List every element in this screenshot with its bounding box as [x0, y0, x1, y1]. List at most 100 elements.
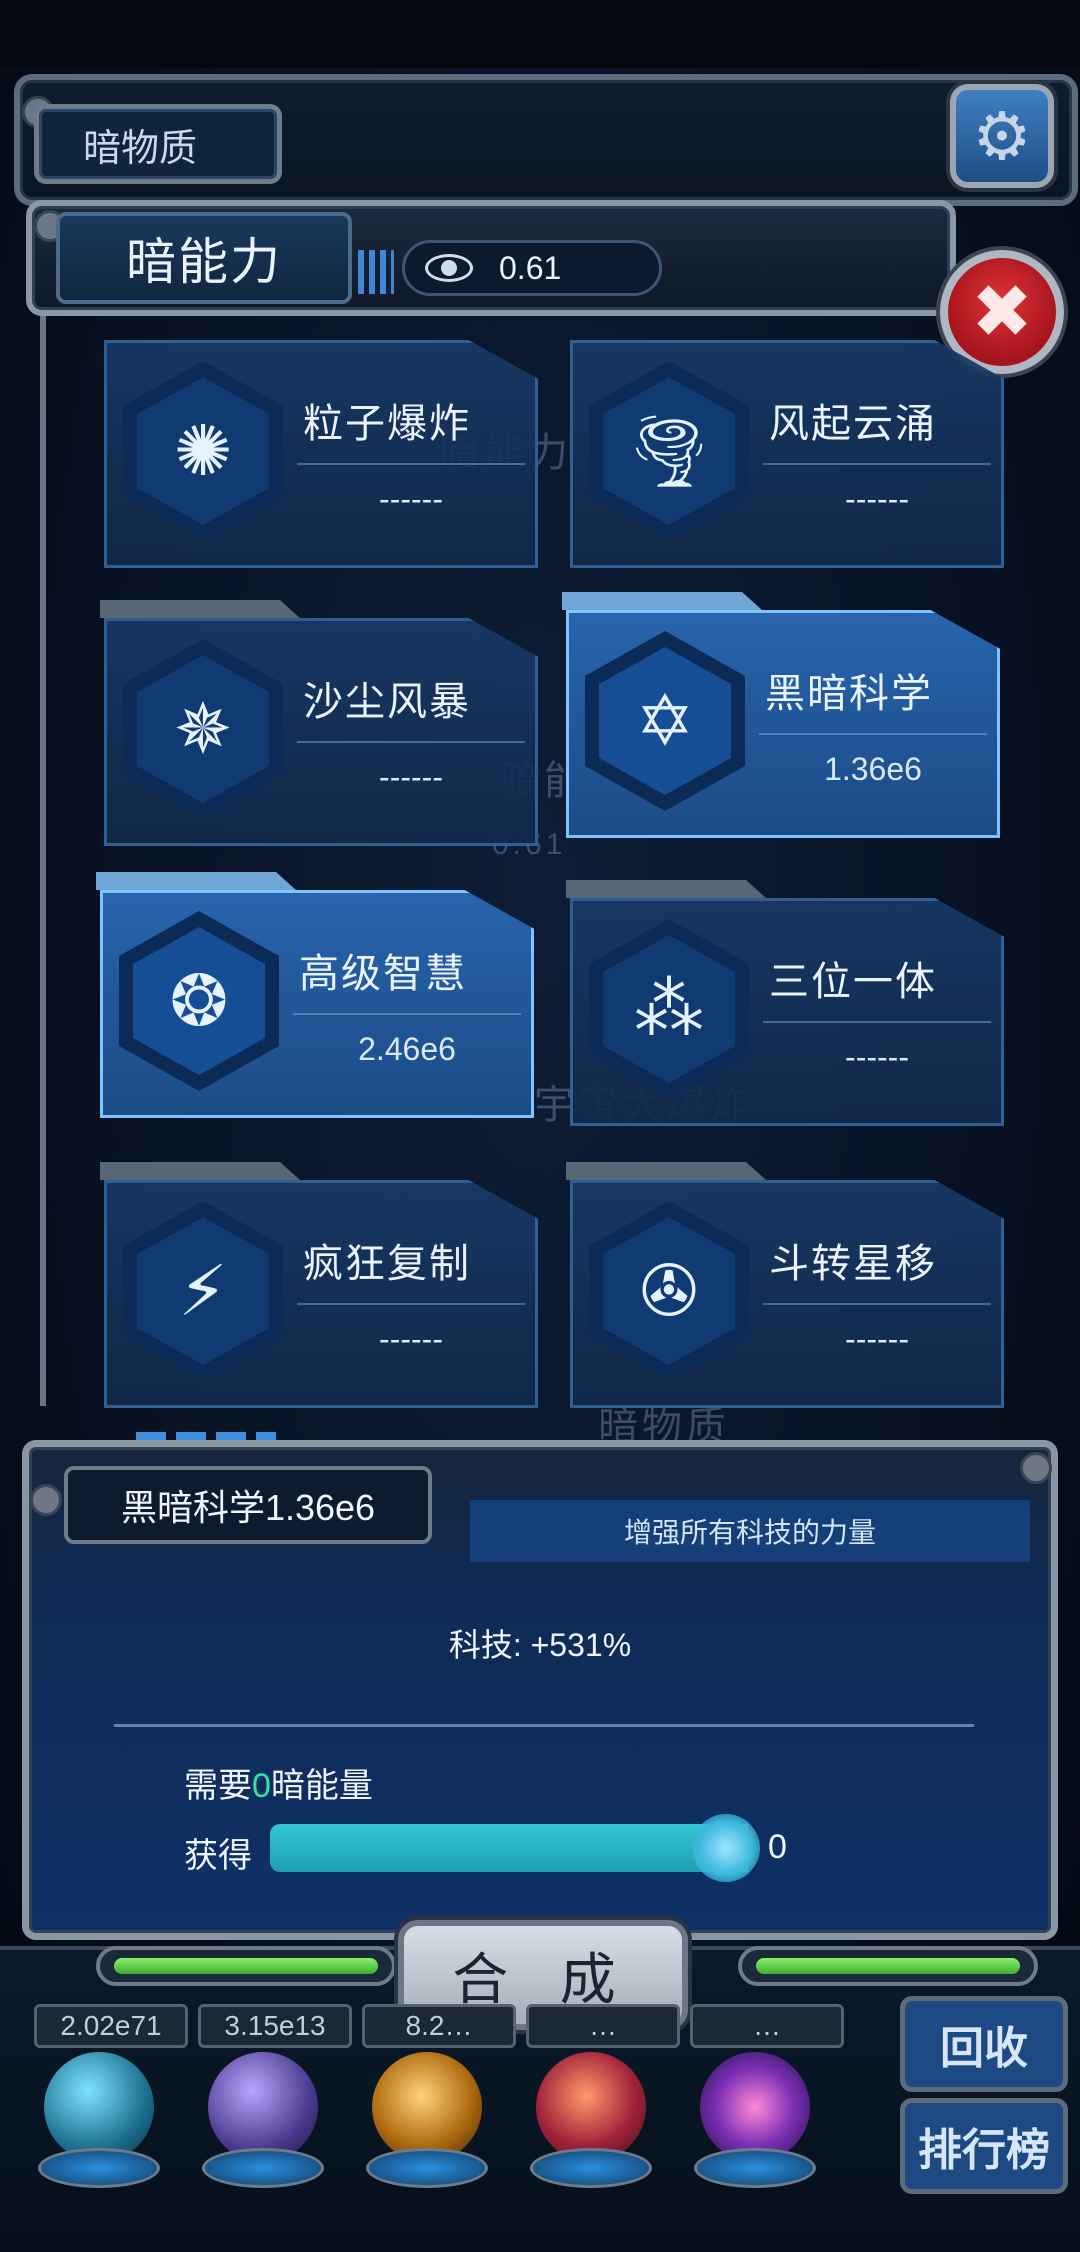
orb-base — [530, 2148, 652, 2188]
orb-galaxy[interactable] — [694, 2052, 816, 2192]
requirement-suffix: 暗能量 — [270, 1767, 373, 1805]
card-tab — [100, 600, 300, 618]
skill-name: 沙尘风暴 — [303, 680, 471, 724]
bolt-decoration — [30, 1484, 62, 1516]
skill-divider — [297, 463, 525, 465]
orb-row — [38, 2052, 816, 2192]
skill-name: 斗转星移 — [769, 1242, 937, 1286]
skill-name: 高级智慧 — [299, 952, 467, 996]
network-orb-icon — [536, 2052, 646, 2162]
skill-divider — [763, 1021, 991, 1023]
requirement-prefix: 需要 — [184, 1767, 252, 1805]
orb-count: … — [690, 2004, 844, 2048]
card-tab — [566, 880, 766, 898]
skill-value: ------ — [379, 759, 443, 795]
requirement-amount: 0 — [252, 1767, 271, 1805]
orb-nebula[interactable] — [366, 2052, 488, 2192]
skill-divider — [763, 1303, 991, 1305]
skill-card[interactable]: ✺ 粒子爆炸 ------ — [104, 340, 538, 568]
leaderboard-button[interactable]: 排行榜 — [900, 2098, 1068, 2194]
skill-value: ------ — [379, 481, 443, 517]
nebula-orb-icon — [372, 2052, 482, 2162]
settings-button[interactable]: ⚙ — [950, 84, 1054, 188]
orb-network[interactable] — [530, 2052, 652, 2192]
gain-label: 获得 — [184, 1837, 252, 1875]
skill-name: 黑暗科学 — [765, 672, 933, 716]
orb-base — [38, 2148, 160, 2188]
skill-card-selected[interactable]: ✡ 黑暗科学 1.36e6 — [566, 610, 1000, 838]
brain-icon: ❂ — [169, 962, 229, 1040]
orb-count: 3.15e13 — [198, 2004, 352, 2048]
trinity-icon: ⁂ — [634, 970, 704, 1048]
recycle-button[interactable]: 回收 — [900, 1996, 1068, 2092]
skill-value: ------ — [845, 481, 909, 517]
vortex-icon: ✇ — [639, 1252, 699, 1330]
skill-divider — [297, 1303, 525, 1305]
skill-value: ------ — [845, 1321, 909, 1357]
resource-value: 0.61 — [499, 249, 562, 286]
gain-slider-track[interactable] — [270, 1824, 758, 1872]
info-divider — [114, 1724, 974, 1727]
dialog-title-text: 暗能力 — [126, 234, 282, 290]
skill-card[interactable]: ⚡ 疯狂复制 ------ — [104, 1180, 538, 1408]
skill-card[interactable]: ⁂ 三位一体 ------ — [570, 898, 1004, 1126]
skill-divider — [293, 1013, 521, 1015]
orb-base — [694, 2148, 816, 2188]
recycle-label: 回收 — [940, 2024, 1028, 2073]
skill-name: 疯狂复制 — [303, 1242, 471, 1286]
dark-matter-tab-label: 暗物质 — [83, 127, 198, 170]
skill-card[interactable]: 🌪 风起云涌 ------ — [570, 340, 1004, 568]
left-gauge-fill — [114, 1958, 378, 1974]
gain-value: 0 — [768, 1828, 787, 1866]
orb-base — [366, 2148, 488, 2188]
gear-icon: ⚙ — [972, 98, 1032, 173]
card-tab — [96, 872, 296, 890]
requirement-text: 需要0暗能量 — [184, 1758, 373, 1807]
skill-divider — [763, 463, 991, 465]
orb-base — [202, 2148, 324, 2188]
lightning-icon: ⚡ — [178, 1252, 228, 1330]
skill-card[interactable]: ✇ 斗转星移 ------ — [570, 1180, 1004, 1408]
skill-divider — [759, 733, 987, 735]
dialog-title: 暗能力 — [56, 212, 352, 304]
skill-card-selected[interactable]: ❂ 高级智慧 2.46e6 — [100, 890, 534, 1118]
gain-slider-handle[interactable] — [692, 1814, 760, 1882]
hexagram-icon: ✡ — [635, 682, 695, 760]
tornado-icon: 🌪 — [624, 412, 714, 490]
sandstorm-icon: ✵ — [173, 690, 233, 768]
gain-slider-fill — [270, 1824, 749, 1872]
skill-value: ------ — [379, 1321, 443, 1357]
card-tab — [562, 592, 762, 610]
orb-counts: 2.02e71 3.15e13 8.2… … … — [34, 2004, 844, 2048]
bolt-decoration — [1020, 1452, 1052, 1484]
lightning-orb-icon — [208, 2052, 318, 2162]
molecule-orb-icon — [44, 2052, 154, 2162]
orb-count: 8.2… — [362, 2004, 516, 2048]
orb-count: … — [526, 2004, 680, 2048]
stripe-decoration — [358, 250, 394, 294]
skill-value: 1.36e6 — [824, 751, 922, 787]
skill-name: 风起云涌 — [769, 402, 937, 446]
card-tab — [100, 1162, 300, 1180]
orb-molecule[interactable] — [38, 2052, 160, 2192]
status-bar-background — [0, 0, 1080, 68]
skill-name: 粒子爆炸 — [303, 402, 471, 446]
info-title-text: 黑暗科学1.36e6 — [120, 1487, 376, 1528]
galaxy-orb-icon — [700, 2052, 810, 2162]
right-gauge-fill — [756, 1958, 1020, 1974]
info-title: 黑暗科学1.36e6 — [64, 1466, 432, 1544]
orb-lightning[interactable] — [202, 2052, 324, 2192]
galaxy-icon — [425, 254, 473, 282]
orb-count: 2.02e71 — [34, 2004, 188, 2048]
card-tab — [566, 1162, 766, 1180]
dark-matter-tab[interactable]: 暗物质 — [34, 104, 282, 184]
effect-text: 科技: +531% — [448, 1627, 632, 1663]
skill-value: ------ — [845, 1039, 909, 1075]
skill-name: 三位一体 — [769, 960, 937, 1004]
info-description-text: 增强所有科技的力量 — [623, 1517, 876, 1548]
left-gauge — [96, 1946, 396, 1986]
leaderboard-label: 排行榜 — [918, 2126, 1050, 2175]
skill-card[interactable]: ✵ 沙尘风暴 ------ — [104, 618, 538, 846]
info-description: 增强所有科技的力量 — [470, 1500, 1030, 1562]
particle-explosion-icon: ✺ — [173, 412, 233, 490]
